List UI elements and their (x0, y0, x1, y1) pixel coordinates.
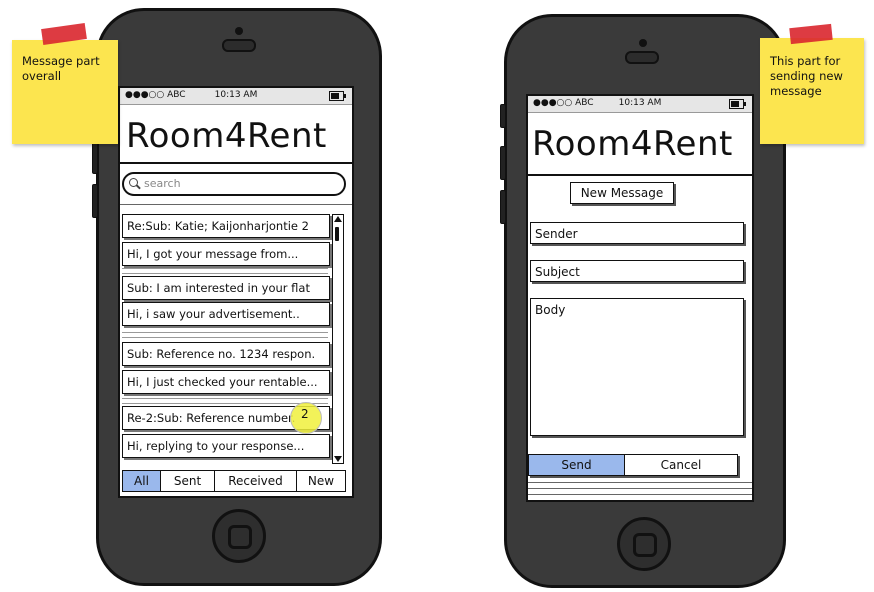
scroll-up-arrow-icon[interactable] (334, 216, 342, 222)
clock: 10:13 AM (618, 98, 662, 108)
front-camera-icon (235, 27, 243, 35)
left-phone-screen: ●●●○○ ABC 10:13 AM Room4Rent search Re:S… (118, 86, 354, 498)
subject-field[interactable]: Subject (530, 260, 744, 282)
bottom-divider (528, 494, 752, 495)
badge-count: 2 (301, 407, 309, 421)
home-button[interactable] (617, 517, 671, 571)
sender-field[interactable]: Sender (530, 222, 744, 244)
subject-text: Re-2:Sub: Reference number. (127, 411, 296, 425)
tape (789, 23, 833, 45)
speaker-icon (625, 51, 659, 64)
subject-label: Subject (535, 265, 580, 279)
app-title: Room4Rent (532, 124, 733, 164)
volume-down-button[interactable] (500, 190, 506, 224)
mute-switch[interactable] (500, 104, 506, 128)
subject-text: Sub: I am interested in your flat (127, 281, 310, 295)
home-button[interactable] (212, 509, 266, 563)
message-subject-2[interactable]: Sub: I am interested in your flat (122, 276, 330, 300)
list-divider (122, 332, 328, 338)
clock: 10:13 AM (214, 90, 258, 100)
tab-sent[interactable]: Sent (161, 471, 215, 491)
bottom-divider (528, 488, 752, 489)
battery-icon (729, 99, 746, 109)
bottom-divider (528, 482, 752, 483)
scroll-down-arrow-icon[interactable] (334, 456, 342, 462)
subject-text: Sub: Reference no. 1234 respon. (127, 347, 316, 361)
search-placeholder: search (144, 177, 181, 190)
scroll-thumb[interactable] (335, 227, 339, 241)
message-subject-3[interactable]: Sub: Reference no. 1234 respon. (122, 342, 330, 366)
tab-new[interactable]: New (297, 471, 345, 491)
volume-down-button[interactable] (92, 184, 98, 218)
preview-text: Hi, I just checked your rentable... (127, 375, 318, 389)
title-divider (120, 162, 352, 164)
send-button[interactable]: Send (529, 455, 625, 475)
search-icon (129, 178, 138, 187)
message-preview-4[interactable]: Hi, replying to your response... (122, 434, 330, 458)
preview-text: Hi, I got your message from... (127, 247, 299, 261)
search-input[interactable]: search (122, 172, 346, 196)
tab-all[interactable]: All (123, 471, 161, 491)
message-preview-3[interactable]: Hi, I just checked your rentable... (122, 370, 330, 394)
tape (41, 23, 87, 45)
message-preview-2[interactable]: Hi, i saw your advertisement.. (122, 302, 330, 326)
compose-actions: Send Cancel (528, 454, 738, 476)
preview-text: Hi, i saw your advertisement.. (127, 307, 300, 321)
message-list-scrollbar[interactable] (332, 214, 344, 464)
status-bar: ●●●○○ ABC 10:13 AM (120, 88, 352, 105)
app-title: Room4Rent (126, 116, 327, 156)
subject-text: Re:Sub: Katie; Kaijonharjontie 2 (127, 219, 309, 233)
preview-text: Hi, replying to your response... (127, 439, 305, 453)
message-preview-1[interactable]: Hi, I got your message from... (122, 242, 330, 266)
status-bar: ●●●○○ ABC 10:13 AM (528, 96, 752, 113)
new-message-label: New Message (570, 182, 674, 204)
right-phone-screen: ●●●○○ ABC 10:13 AM Room4Rent New Message… (526, 94, 754, 502)
cancel-button[interactable]: Cancel (625, 455, 737, 475)
volume-up-button[interactable] (500, 146, 506, 180)
message-filter-tabs: All Sent Received New (122, 470, 346, 492)
home-square-icon (228, 525, 252, 549)
message-subject-1[interactable]: Re:Sub: Katie; Kaijonharjontie 2 (122, 214, 330, 238)
volume-up-button[interactable] (92, 140, 98, 174)
tab-received[interactable]: Received (215, 471, 297, 491)
home-square-icon (633, 533, 657, 557)
list-divider (122, 268, 328, 274)
list-top-divider (120, 204, 352, 205)
unread-count-badge: 2 (290, 402, 322, 434)
note-text: This part for sending new message (770, 54, 843, 98)
battery-icon (329, 91, 346, 101)
sender-label: Sender (535, 227, 578, 241)
front-camera-icon (639, 39, 647, 47)
speaker-icon (222, 39, 256, 52)
note-text: Message part overall (22, 54, 100, 83)
body-textarea[interactable]: Body (530, 298, 744, 436)
title-divider (528, 174, 752, 176)
sticky-note-left: Message part overall (12, 23, 118, 144)
body-label: Body (535, 303, 566, 317)
sticky-note-right: This part for sending new message (760, 23, 864, 144)
